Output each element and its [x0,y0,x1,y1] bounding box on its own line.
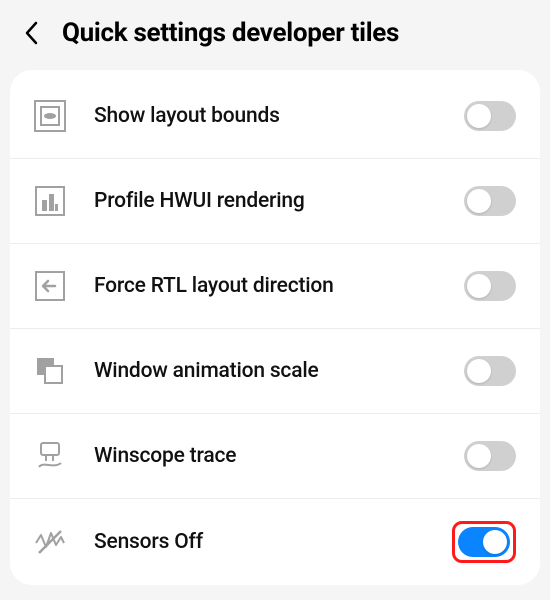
profile-hwui-icon [30,181,70,221]
layout-bounds-icon [30,96,70,136]
row-window-animation[interactable]: Window animation scale [10,329,540,414]
window-anim-icon [30,351,70,391]
toggle-show-layout-bounds[interactable] [464,101,516,131]
toggle-winscope-trace[interactable] [464,441,516,471]
row-label: Profile HWUI rendering [94,189,440,213]
row-label: Winscope trace [94,444,440,468]
row-label: Window animation scale [94,359,440,383]
row-label: Force RTL layout direction [94,274,440,298]
row-force-rtl[interactable]: Force RTL layout direction [10,244,540,329]
row-sensors-off[interactable]: Sensors Off [10,499,540,585]
row-label: Show layout bounds [94,104,440,128]
toggle-force-rtl[interactable] [464,271,516,301]
sensors-off-icon [30,522,70,562]
settings-list: Show layout bounds Profile HWUI renderin… [10,70,540,585]
toggle-window-animation[interactable] [464,356,516,386]
winscope-icon [30,436,70,476]
row-show-layout-bounds[interactable]: Show layout bounds [10,74,540,159]
header: Quick settings developer tiles [0,0,550,70]
toggle-sensors-off[interactable] [458,527,510,557]
back-button[interactable] [20,18,42,48]
toggle-profile-hwui[interactable] [464,186,516,216]
row-profile-hwui[interactable]: Profile HWUI rendering [10,159,540,244]
chevron-left-icon [24,21,38,45]
row-label: Sensors Off [94,530,428,554]
row-winscope-trace[interactable]: Winscope trace [10,414,540,499]
rtl-icon [30,266,70,306]
page-title: Quick settings developer tiles [62,18,399,48]
highlight-box [452,521,516,563]
